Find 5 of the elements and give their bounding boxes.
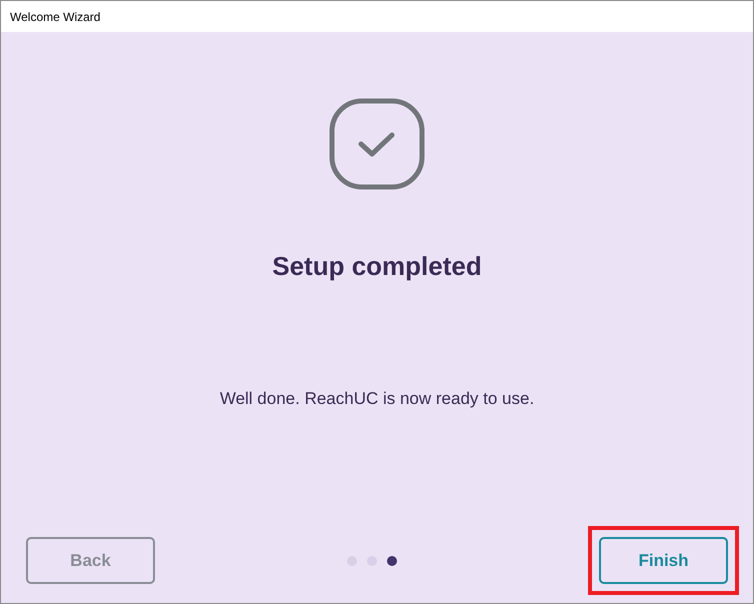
message: Well done. ReachUC is now ready to use. xyxy=(220,388,534,410)
window-title: Welcome Wizard xyxy=(10,8,100,26)
heading: Setup completed xyxy=(272,250,482,282)
finish-button[interactable]: Finish xyxy=(599,537,728,584)
checkbox-check-icon xyxy=(329,98,425,190)
